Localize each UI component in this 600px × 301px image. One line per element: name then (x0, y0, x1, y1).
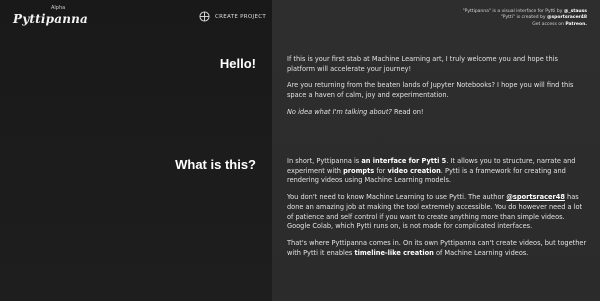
patreon-link[interactable]: Patreon. (565, 22, 587, 27)
what-paragraph-3: That's where Pyttipanna comes in. On its… (287, 239, 587, 258)
create-project-label: CREATE PROJECT (215, 13, 267, 20)
emphasis: video creation (387, 166, 441, 175)
emphasis: timeline-like creation (354, 248, 434, 257)
what-title: What is this? (175, 157, 256, 172)
credit-text: "Pytti" is created by (500, 15, 547, 21)
text: In short, Pyttipanna is (287, 157, 362, 165)
text: for (374, 166, 388, 175)
hello-paragraph-2: Are you returning from the beaten lands … (287, 81, 574, 100)
hello-italic: No idea what I'm talking about? (287, 107, 392, 116)
credit-line-3: Get access on Patreon. (463, 22, 587, 28)
text: of Machine Learning videos. (433, 248, 529, 257)
create-project-button[interactable]: CREATE PROJECT (199, 11, 266, 22)
emphasis: prompts (343, 166, 375, 175)
left-pane (0, 0, 272, 301)
credit-text: "Pyttipanna" is a visual interface for P… (462, 9, 564, 14)
logo-text: Pyttipanna (13, 12, 89, 26)
sportsracer-mention-link[interactable]: @sportsracer48 (506, 193, 565, 201)
emphasis: an interface for Pytti 5 (361, 157, 447, 165)
hello-title: Hello! (219, 56, 256, 71)
hello-paragraph-3: No idea what I'm talking about? Read on! (287, 108, 587, 118)
credits: "Pyttipanna" is a visual interface for P… (463, 9, 587, 28)
what-paragraph-2: You don't need to know Machine Learning … (287, 193, 587, 232)
what-section: In short, Pyttipanna is an interface for… (287, 157, 587, 265)
text: You don't need to know Machine Learning … (287, 193, 507, 202)
circle-plus-icon (199, 11, 210, 22)
credit-text: Get access on (532, 21, 566, 27)
hello-paragraph-1: If this is your first stab at Machine Le… (287, 55, 558, 73)
stauss-link[interactable]: @_stauss (564, 9, 587, 14)
hello-section: If this is your first stab at Machine Le… (287, 55, 587, 125)
sportsracer-link[interactable]: @sportsracer48 (547, 15, 587, 20)
what-paragraph-1: In short, Pyttipanna is an interface for… (287, 157, 587, 186)
alpha-badge: Alpha (51, 5, 66, 11)
app-logo[interactable]: Pyttipanna (13, 12, 88, 26)
hello-read-on: Read on! (391, 107, 424, 116)
